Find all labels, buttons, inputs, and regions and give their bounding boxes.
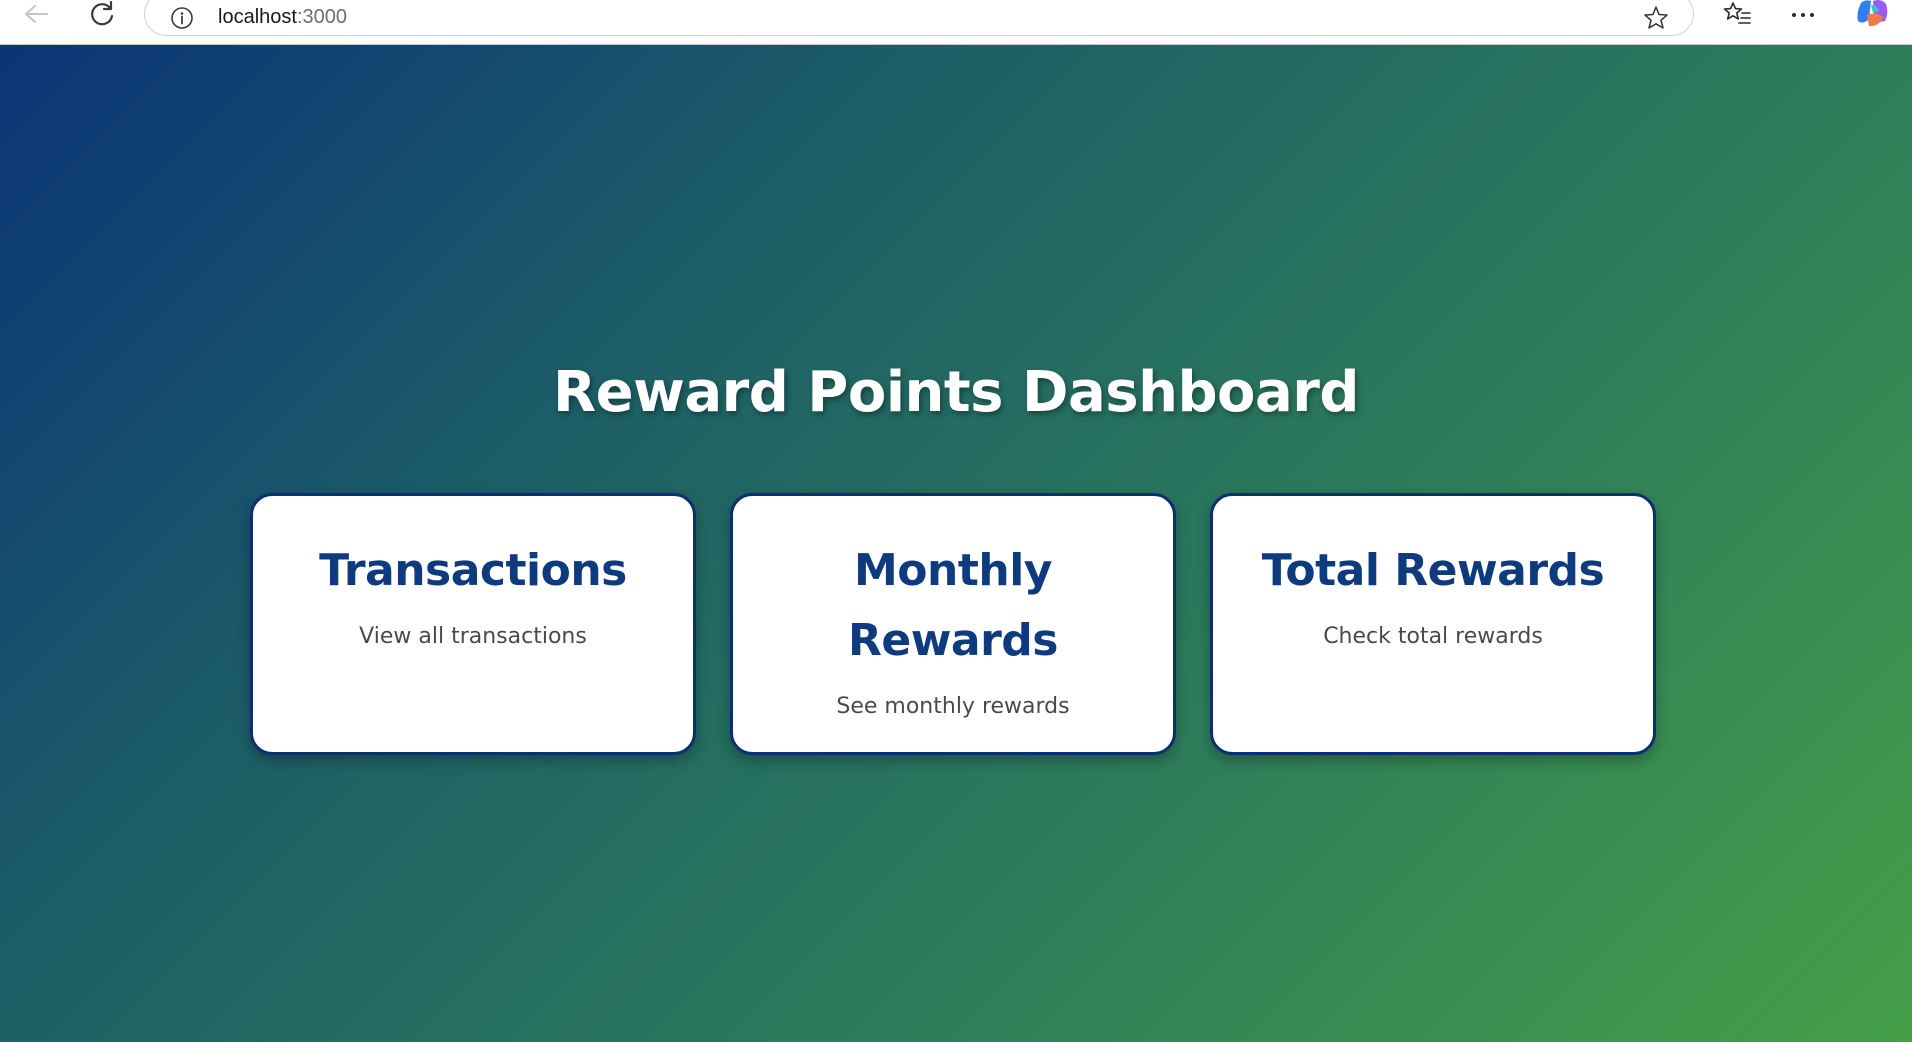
browser-toolbar: localhost:3000 — [0, 0, 1912, 45]
card-description: See monthly rewards — [836, 694, 1070, 719]
card-total-rewards[interactable]: Total Rewards Check total rewards — [1210, 493, 1656, 755]
reload-button[interactable] — [82, 0, 122, 32]
copilot-button[interactable] — [1853, 0, 1893, 32]
star-icon[interactable] — [1641, 3, 1671, 33]
address-bar[interactable]: localhost:3000 — [144, 0, 1694, 36]
favorites-button[interactable] — [1717, 0, 1757, 32]
url-port: :3000 — [296, 6, 347, 28]
more-button[interactable] — [1783, 0, 1823, 32]
copilot-icon — [1855, 0, 1891, 34]
url-host: localhost — [218, 6, 297, 28]
card-description: Check total rewards — [1323, 624, 1543, 649]
back-button[interactable] — [16, 0, 56, 32]
card-transactions[interactable]: Transactions View all transactions — [250, 493, 696, 755]
arrow-left-icon — [23, 4, 49, 29]
reload-icon — [88, 0, 116, 33]
card-title: Monthly Rewards — [848, 545, 1058, 666]
favorites-list-icon — [1722, 0, 1752, 33]
card-monthly-rewards[interactable]: Monthly Rewards See monthly rewards — [730, 493, 1176, 755]
dashboard-page: Reward Points Dashboard Transactions Vie… — [0, 45, 1912, 1042]
card-title: Total Rewards — [1261, 545, 1605, 596]
page-title: Reward Points Dashboard — [552, 360, 1360, 425]
info-icon[interactable] — [169, 5, 195, 31]
url-text[interactable]: localhost:3000 — [218, 6, 347, 29]
more-horizontal-icon — [1790, 7, 1816, 25]
card-title: Transactions — [319, 545, 627, 596]
card-description: View all transactions — [359, 624, 587, 649]
